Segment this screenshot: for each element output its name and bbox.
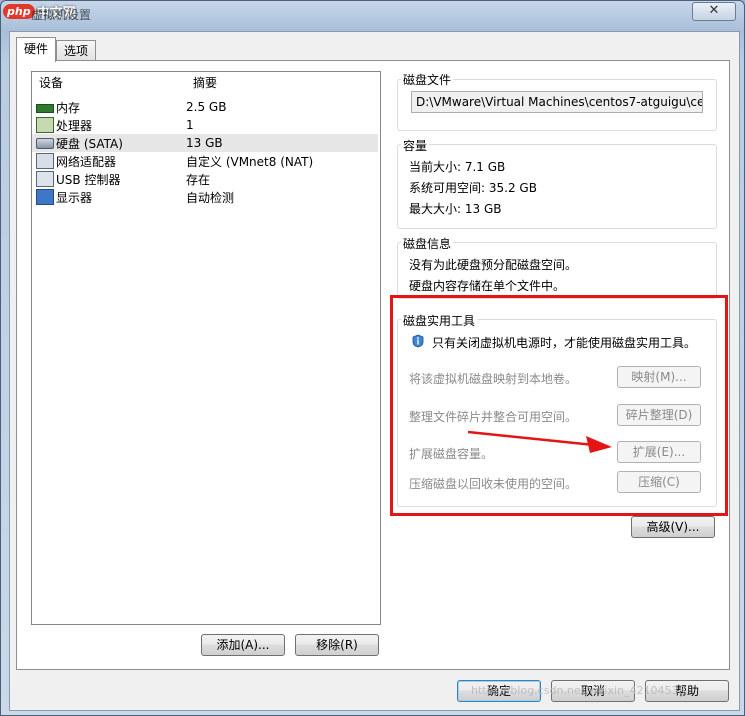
- advanced-button[interactable]: 高级(V)...: [631, 516, 715, 538]
- device-row-usb[interactable]: USB 控制器 存在: [32, 170, 378, 188]
- tab-hardware[interactable]: 硬件: [16, 37, 57, 62]
- column-header-device[interactable]: 设备: [32, 72, 186, 94]
- device-row-display[interactable]: 显示器 自动检测: [32, 188, 378, 206]
- hard-disk-icon: [36, 137, 54, 149]
- window-title: 虚拟机设置: [31, 8, 92, 22]
- device-name: 处理器: [56, 118, 93, 133]
- network-adapter-icon: [36, 153, 54, 169]
- disk-info-line2: 硬盘内容存储在单个文件中。: [409, 279, 566, 293]
- available-space-label: 系统可用空间: 35.2 GB: [409, 181, 537, 195]
- device-summary: 自定义 (VMnet8 (NAT): [186, 154, 314, 169]
- device-list-header: 设备 摘要: [32, 72, 380, 94]
- vm-settings-window: php 中文网 虚拟机设置 ✕ 硬件 选项 设备 摘要 内存 2.5 GB 处理…: [0, 0, 745, 716]
- highlight-box: [390, 295, 728, 516]
- add-device-button[interactable]: 添加(A)...: [201, 634, 285, 656]
- device-summary: 1: [186, 118, 194, 132]
- device-summary: 存在: [186, 172, 211, 187]
- tab-options[interactable]: 选项: [56, 40, 97, 61]
- capacity-title: 容量: [401, 137, 430, 154]
- logo-php: php: [3, 3, 35, 19]
- device-name: 内存: [56, 100, 81, 115]
- device-name: 显示器: [56, 190, 93, 205]
- column-header-summary[interactable]: 摘要: [186, 72, 217, 94]
- close-button[interactable]: ✕: [692, 2, 736, 21]
- watermark-text: https://blog.csdn.net/weixin_42104538: [471, 684, 686, 697]
- remove-device-button[interactable]: 移除(R): [295, 634, 379, 656]
- tab-strip: 硬件 选项: [16, 37, 97, 62]
- disk-file-title: 磁盘文件: [401, 71, 454, 88]
- cpu-icon: [36, 117, 54, 133]
- memory-icon: [36, 104, 54, 113]
- usb-icon: [36, 171, 54, 187]
- disk-file-path-field[interactable]: D:\VMware\Virtual Machines\centos7-atgui…: [411, 91, 703, 113]
- device-summary: 2.5 GB: [186, 100, 227, 114]
- device-name: USB 控制器: [56, 172, 121, 187]
- device-row-network[interactable]: 网络适配器 自定义 (VMnet8 (NAT): [32, 152, 378, 170]
- current-size-label: 当前大小: 7.1 GB: [409, 160, 506, 174]
- max-size-label: 最大大小: 13 GB: [409, 202, 502, 216]
- device-name: 硬盘 (SATA): [56, 136, 123, 151]
- device-row-hard-disk[interactable]: 硬盘 (SATA) 13 GB: [32, 134, 378, 152]
- disk-info-line1: 没有为此硬盘预分配磁盘空间。: [409, 258, 578, 272]
- device-list[interactable]: 设备 摘要 内存 2.5 GB 处理器 1 硬盘 (SATA) 13 GB 网络…: [31, 71, 381, 625]
- device-row-cpu[interactable]: 处理器 1: [32, 116, 378, 134]
- device-summary: 自动检测: [186, 190, 235, 205]
- red-arrow-icon: [467, 430, 612, 453]
- close-icon: ✕: [708, 3, 720, 18]
- display-icon: [36, 189, 54, 205]
- device-row-memory[interactable]: 内存 2.5 GB: [32, 98, 378, 116]
- title-bar[interactable]: php 中文网 虚拟机设置 ✕: [1, 1, 744, 25]
- disk-info-title: 磁盘信息: [401, 235, 454, 252]
- device-summary: 13 GB: [186, 136, 223, 150]
- device-name: 网络适配器: [56, 154, 117, 169]
